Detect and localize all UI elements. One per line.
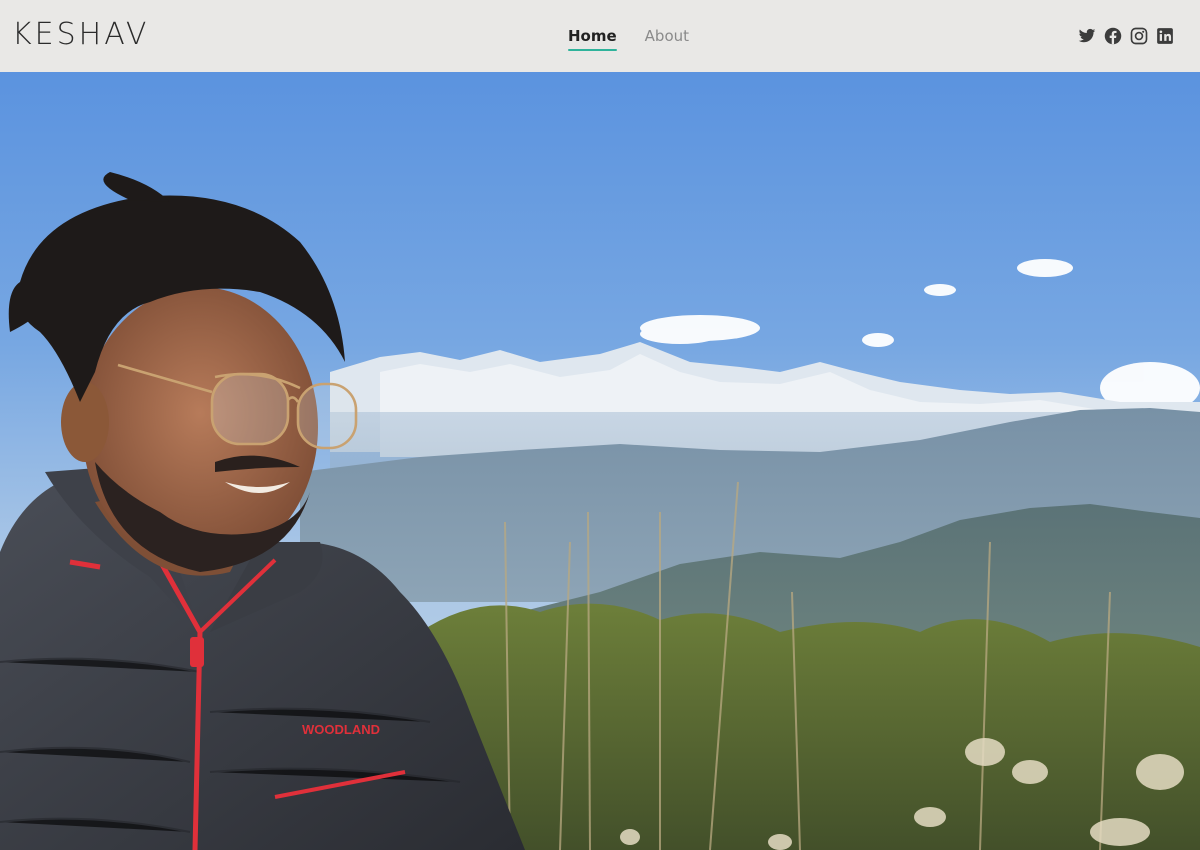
nav-link-about[interactable]: About: [645, 25, 689, 53]
site-brand-logo[interactable]: KESHAV: [12, 16, 149, 54]
hero-image: WOODLAND: [0, 72, 1200, 850]
linkedin-icon[interactable]: [1156, 27, 1174, 45]
hero-photo: WOODLAND: [0, 72, 1200, 850]
facebook-icon[interactable]: [1104, 27, 1122, 45]
nav-link-home[interactable]: Home: [568, 25, 617, 53]
jacket-brand-label: WOODLAND: [302, 722, 380, 737]
social-links: [1078, 27, 1174, 45]
twitter-icon[interactable]: [1078, 27, 1096, 45]
main-nav: Home About: [568, 25, 689, 53]
instagram-icon[interactable]: [1130, 27, 1148, 45]
top-navbar: KESHAV Home About: [0, 0, 1200, 72]
